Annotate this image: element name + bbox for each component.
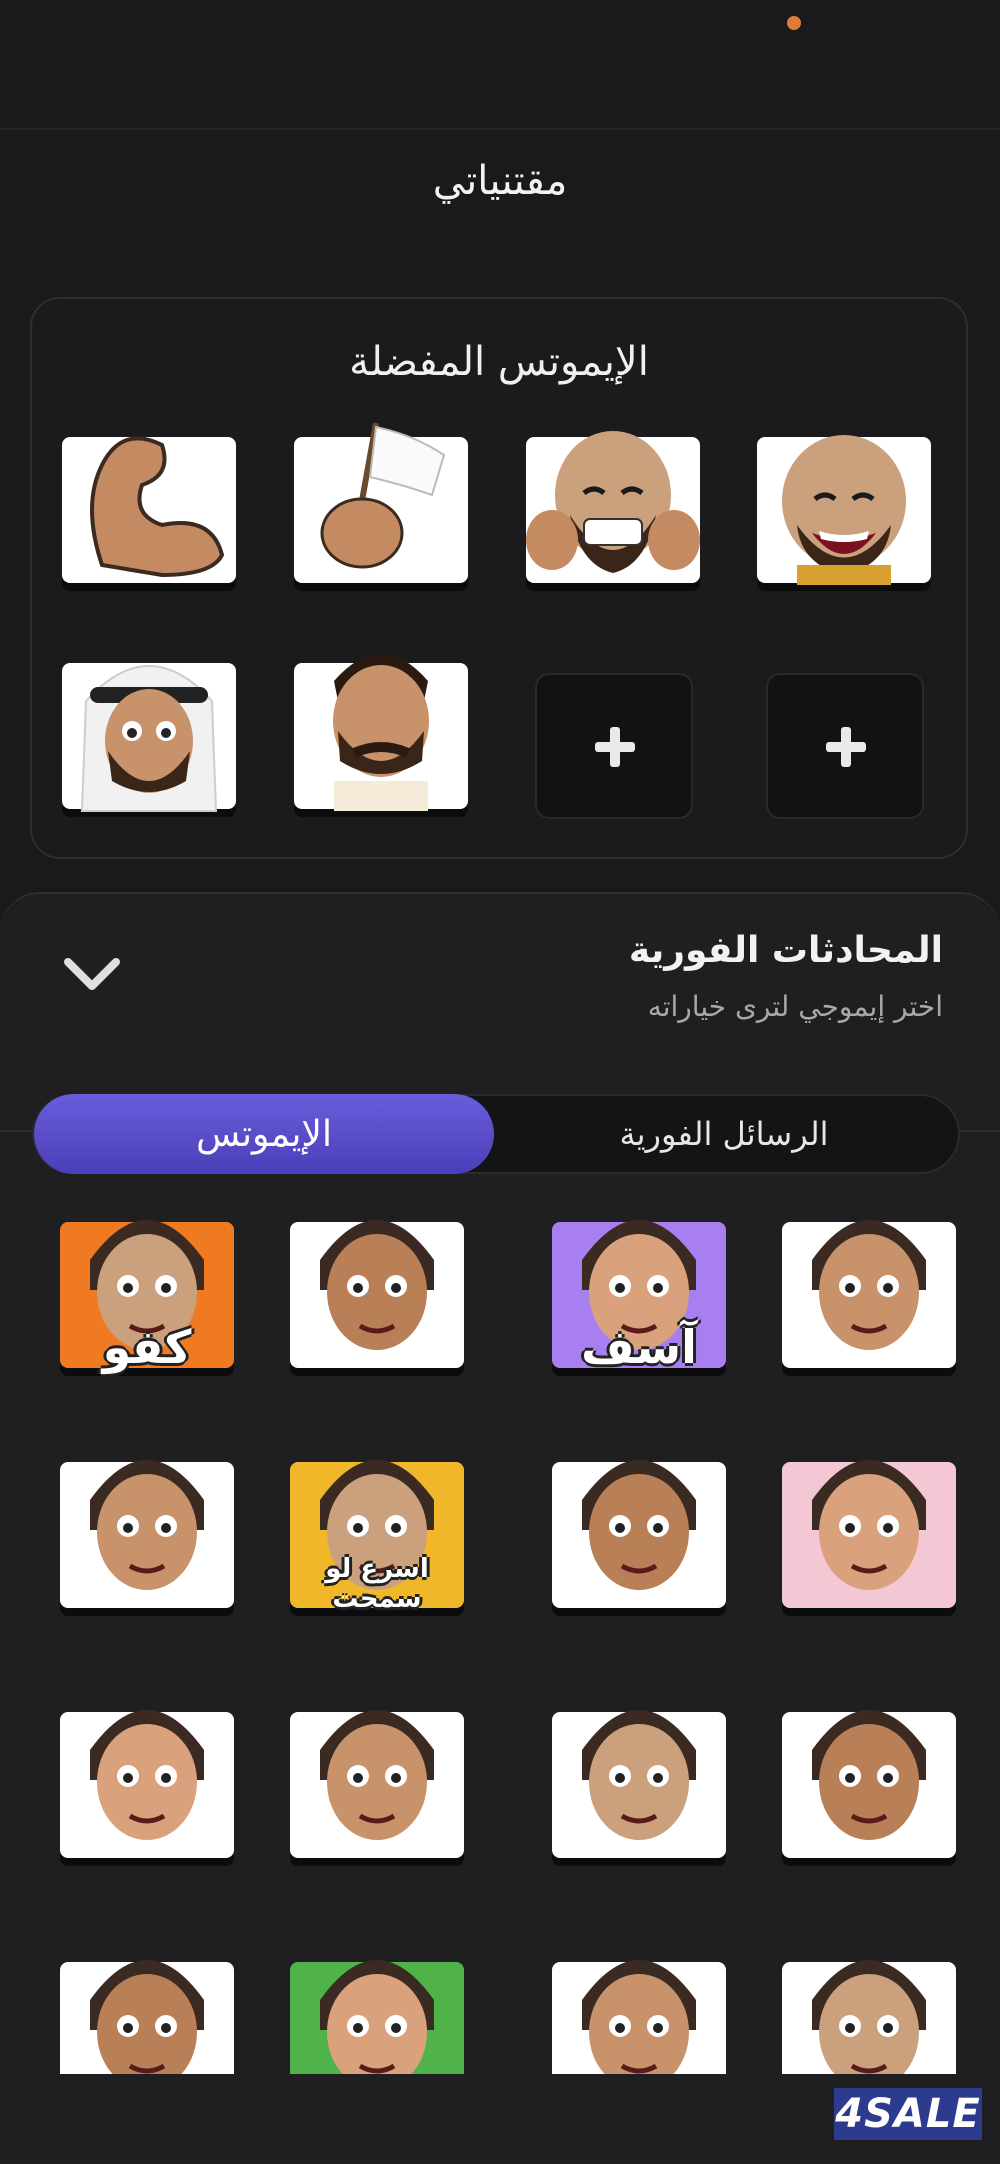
hooded-girl-cover-sticker[interactable] — [290, 1710, 464, 1858]
add-favorite-slot[interactable] — [766, 673, 924, 819]
favorite-emote-laughing-bald[interactable] — [757, 435, 931, 585]
chevron-down-icon[interactable] — [64, 954, 120, 994]
sticker-art — [582, 1460, 696, 1590]
favorite-emote-crying-ghutra[interactable] — [62, 663, 236, 812]
top-divider — [0, 128, 1000, 130]
sticker-art — [90, 1460, 204, 1590]
tab-emotes[interactable]: الإيموتس — [34, 1094, 494, 1174]
brand-logo: 4SALE — [834, 2088, 982, 2140]
favorite-emote-flexed-arm[interactable] — [62, 436, 236, 583]
favorites-card: الإيموتس المفضلة — [30, 297, 968, 859]
plus-icon — [826, 727, 866, 767]
birthday-candles-sticker[interactable] — [782, 1960, 956, 2074]
sheet-subtitle: اختر إيموجي لترى خياراته — [647, 990, 943, 1023]
sticker-art — [320, 1710, 434, 1840]
crying-tired-man-sticker[interactable] — [290, 1220, 464, 1368]
favorite-emote-grinning-bald[interactable] — [526, 431, 700, 583]
sheet-title: المحادثات الفورية — [628, 930, 943, 971]
page-title: مقتنياتي — [432, 158, 568, 204]
red-can-sticker[interactable] — [552, 1960, 726, 2074]
girl-grey-hood-nail-bite-sticker[interactable] — [782, 1220, 956, 1368]
tab-instant-messages[interactable]: الرسائل الفورية — [490, 1096, 958, 1172]
sticker-art — [320, 1220, 434, 1350]
emote-grid: آسف كفو اسرع لو سمحت — [0, 1212, 1000, 2074]
sticker-caption: آسف — [581, 1320, 697, 1374]
woman-smirk-sticker[interactable] — [60, 1960, 234, 2074]
sticker-art — [812, 1220, 926, 1350]
status-dot — [787, 16, 801, 30]
sticker-art — [582, 1960, 696, 2074]
tab-switcher: الرسائل الفورية الإيموتس — [32, 1094, 960, 1174]
sticker-art — [90, 1960, 204, 2074]
sticker-art — [582, 1710, 696, 1840]
sticker-art — [812, 1710, 926, 1840]
heart-eyes-ghutra-sticker[interactable] — [290, 1960, 464, 2074]
favorite-emote-mustache-man[interactable] — [294, 654, 468, 811]
plus-icon — [595, 727, 635, 767]
sorry-bearded-sticker[interactable]: آسف — [552, 1220, 726, 1374]
sticker-caption: اسرع لو سمحت — [325, 1554, 429, 1614]
sticker-art — [90, 1710, 204, 1840]
sticker-art — [812, 1960, 926, 2074]
kafo-woman-sticker[interactable]: كفو — [60, 1220, 234, 1374]
live-chat-sheet: المحادثات الفورية اختر إيموجي لترى خيارا… — [0, 892, 1000, 2164]
laughing-cards-man-sticker[interactable] — [552, 1710, 726, 1858]
angry-red-shemagh-sticker[interactable] — [782, 1460, 956, 1608]
curly-tea-sticker[interactable] — [60, 1460, 234, 1608]
woman-cookie-sticker[interactable] — [552, 1460, 726, 1608]
woman-heart-sticker[interactable] — [60, 1710, 234, 1858]
favorite-emote-white-flag[interactable] — [294, 422, 468, 583]
sticker-art — [812, 1460, 926, 1590]
hurry-up-bald-sticker[interactable]: اسرع لو سمحت — [290, 1460, 464, 1614]
add-favorite-slot[interactable] — [535, 673, 693, 819]
sticker-caption: كفو — [102, 1320, 192, 1374]
favorites-title: الإيموتس المفضلة — [349, 339, 649, 385]
sticker-art — [320, 1960, 434, 2074]
hooded-girl-lip-bite-sticker[interactable] — [782, 1710, 956, 1858]
